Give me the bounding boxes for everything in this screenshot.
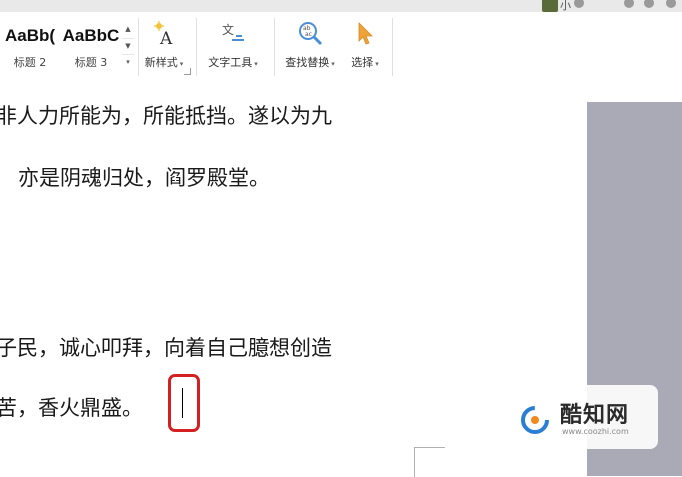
svg-text:文: 文: [222, 22, 234, 37]
gallery-scroll-down-button[interactable]: ▼: [122, 38, 134, 55]
select-label: 选择: [351, 56, 374, 69]
settings-icon[interactable]: [624, 0, 634, 8]
help-icon[interactable]: [574, 0, 584, 8]
style-heading-3[interactable]: AaBbC 标题 3: [61, 20, 121, 70]
ribbon-toolbar: AaBb( 标题 2 AaBbC 标题 3 ▲ ▼ ▾ A 新样式 ▾ 文 文字工…: [0, 12, 682, 102]
find-replace-button[interactable]: ab ac 查找替换 ▾: [278, 18, 342, 74]
share-icon[interactable]: [644, 0, 654, 8]
style-heading-2-sample: AaBb(: [4, 26, 56, 45]
text-tools-button[interactable]: 文 文字工具 ▾: [198, 18, 268, 74]
svg-text:A: A: [159, 29, 173, 46]
menu-icon[interactable]: [666, 0, 676, 8]
find-replace-label: 查找替换: [285, 56, 330, 69]
watermark-brand: 酷知网: [560, 403, 630, 428]
ribbon-separator: [274, 18, 275, 76]
new-style-label: 新样式: [144, 56, 178, 69]
watermark-url: www.coozhi.com: [562, 427, 629, 436]
chevron-down-icon: ▾: [179, 60, 184, 68]
style-heading-3-sample: AaBbC: [62, 26, 120, 45]
text-tools-label: 文字工具: [208, 56, 253, 69]
new-style-icon: A: [154, 21, 173, 46]
ribbon-separator: [196, 18, 197, 76]
new-style-button[interactable]: A 新样式 ▾: [138, 18, 190, 74]
document-line[interactable]: 子民，诚心叩拜，向着自己臆想创造: [0, 332, 332, 362]
document-line[interactable]: 苦，香火鼎盛。: [0, 392, 143, 422]
chevron-down-icon: ▾: [375, 60, 379, 68]
svg-text:ac: ac: [305, 31, 312, 38]
title-strip: 小: [0, 0, 682, 12]
page-corner-mark: [414, 447, 445, 477]
watermark: 酷知网 www.coozhi.com: [506, 385, 658, 449]
chevron-down-icon: ▾: [254, 60, 258, 68]
ribbon-separator: [392, 18, 393, 76]
styles-dialog-launcher[interactable]: [184, 68, 191, 75]
chevron-down-icon: ▾: [331, 60, 335, 68]
document-line[interactable]: 非人力所能为，所能抵挡。遂以为九: [0, 100, 332, 130]
style-heading-2-label: 标题 2: [13, 56, 47, 69]
style-gallery-scroller: ▲ ▼ ▾: [122, 22, 134, 70]
text-tools-icon: 文: [222, 22, 244, 41]
find-replace-icon: ab ac: [299, 22, 323, 46]
document-line[interactable]: 亦是阴魂归处，阎罗殿堂。: [18, 162, 270, 192]
style-heading-3-label: 标题 3: [74, 56, 108, 69]
user-avatar[interactable]: [542, 0, 558, 12]
watermark-logo-icon: [521, 406, 549, 434]
account-cluster: 小: [532, 0, 682, 12]
gallery-more-button[interactable]: ▾: [122, 55, 134, 70]
style-heading-2[interactable]: AaBb( 标题 2: [0, 20, 60, 70]
cursor-arrow-icon: [358, 22, 373, 45]
gallery-scroll-up-button[interactable]: ▲: [122, 22, 134, 37]
select-button[interactable]: 选择 ▾: [344, 18, 386, 74]
cursor-highlight-box: [168, 374, 200, 432]
